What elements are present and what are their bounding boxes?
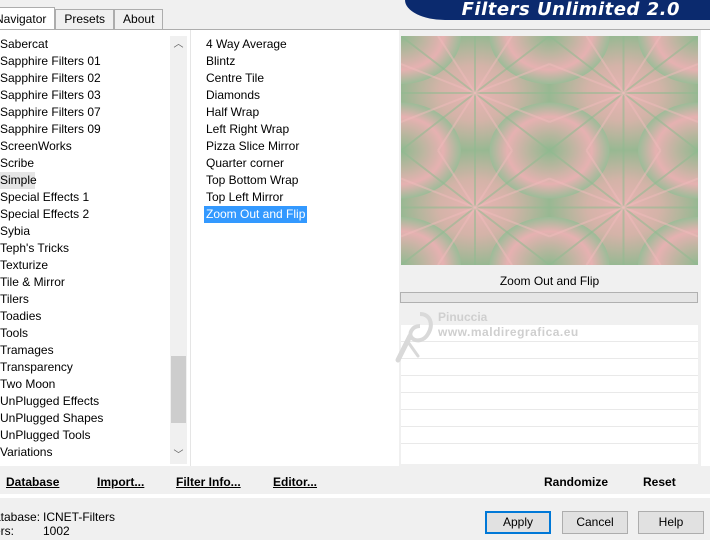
category-item[interactable]: Transparency	[0, 359, 170, 376]
category-scrollbar[interactable]: ︿ ﹀	[170, 36, 187, 464]
progress-bar	[400, 292, 698, 303]
category-item[interactable]: Special Effects 1	[0, 189, 170, 206]
tab-bar: Navigator Presets About	[0, 7, 164, 30]
filter-item[interactable]: Diamonds	[204, 87, 394, 104]
scroll-up-icon[interactable]: ︿	[170, 36, 187, 53]
filter-item[interactable]: Top Bottom Wrap	[204, 172, 394, 189]
tab-about[interactable]: About	[114, 9, 164, 29]
preview-panel: Zoom Out and Flip	[399, 30, 701, 467]
category-item[interactable]: Sapphire Filters 02	[0, 70, 170, 87]
parameter-row	[401, 342, 698, 359]
category-item[interactable]: ScreenWorks	[0, 138, 170, 155]
category-item[interactable]: Sapphire Filters 01	[0, 53, 170, 70]
filter-item[interactable]: Zoom Out and Flip	[204, 206, 394, 223]
editor-link[interactable]: Editor...	[273, 475, 317, 489]
category-item[interactable]: UnPlugged Shapes	[0, 410, 170, 427]
category-item[interactable]: UnPlugged Tools	[0, 427, 170, 444]
database-label: atabase:	[0, 510, 41, 524]
filter-item[interactable]: Pizza Slice Mirror	[204, 138, 394, 155]
parameter-row	[401, 359, 698, 376]
category-item[interactable]: Sapphire Filters 09	[0, 121, 170, 138]
help-button[interactable]: Help	[638, 511, 704, 534]
parameter-row	[401, 393, 698, 410]
parameter-row	[401, 410, 698, 427]
category-item[interactable]: Sapphire Filters 03	[0, 87, 170, 104]
scroll-thumb[interactable]	[171, 356, 186, 423]
category-item[interactable]: Sabercat	[0, 36, 170, 53]
filter-item[interactable]: Left Right Wrap	[204, 121, 394, 138]
randomize-button[interactable]: Randomize	[544, 475, 608, 489]
bottom-toolbar: Database Import... Filter Info... Editor…	[0, 466, 710, 494]
filters-count-label: ers:	[0, 524, 15, 538]
category-item[interactable]: Variations	[0, 444, 170, 461]
category-item[interactable]: Tile & Mirror	[0, 274, 170, 291]
filter-item[interactable]: Blintz	[204, 53, 394, 70]
category-item[interactable]: Toadies	[0, 308, 170, 325]
divider	[190, 30, 191, 467]
category-item[interactable]: Teph's Tricks	[0, 240, 170, 257]
preview-pattern	[401, 36, 698, 265]
preview-filter-name: Zoom Out and Flip	[499, 274, 600, 288]
filter-item[interactable]: 4 Way Average	[204, 36, 394, 53]
tab-presets[interactable]: Presets	[55, 9, 115, 29]
filter-item[interactable]: Quarter corner	[204, 155, 394, 172]
reset-button[interactable]: Reset	[643, 475, 676, 489]
filter-item[interactable]: Centre Tile	[204, 70, 394, 87]
filters-count-value: 1002	[43, 524, 70, 538]
category-item[interactable]: Scribe	[0, 155, 170, 172]
category-item[interactable]: Sapphire Filters 07	[0, 104, 170, 121]
category-item[interactable]: Texturize	[0, 257, 170, 274]
parameter-row	[401, 325, 698, 342]
category-item[interactable]: Special Effects 2	[0, 206, 170, 223]
title-banner: Filters Unlimited 2.0	[405, 0, 710, 20]
scroll-down-icon[interactable]: ﹀	[170, 447, 187, 464]
filter-info-link[interactable]: Filter Info...	[176, 475, 241, 489]
category-item[interactable]: Two Moon	[0, 376, 170, 393]
category-item[interactable]: Sybia	[0, 223, 170, 240]
filter-list[interactable]: 4 Way Average Blintz Centre Tile Diamonds Ha…	[204, 36, 394, 223]
category-list[interactable]: Sabercat Sapphire Filters 01 Sapphire Filt…	[0, 36, 170, 461]
preview-image	[401, 36, 698, 265]
parameter-row	[401, 304, 698, 325]
category-item[interactable]: Tools	[0, 325, 170, 342]
tab-navigator[interactable]: Navigator	[0, 7, 56, 29]
category-item[interactable]: Tilers	[0, 291, 170, 308]
import-link[interactable]: Import...	[97, 475, 144, 489]
database-link[interactable]: Database	[6, 475, 59, 489]
parameter-area	[401, 304, 698, 464]
navigator-panel: Sabercat Sapphire Filters 01 Sapphire Filt…	[0, 29, 710, 498]
filter-item[interactable]: Half Wrap	[204, 104, 394, 121]
category-item[interactable]: Simple	[0, 172, 37, 189]
apply-button[interactable]: Apply	[485, 511, 551, 534]
category-item[interactable]: UnPlugged Effects	[0, 393, 170, 410]
app-title: Filters Unlimited 2.0	[461, 0, 680, 20]
database-value: ICNET-Filters	[43, 510, 115, 524]
filter-item-selected[interactable]: Zoom Out and Flip	[204, 206, 308, 223]
parameter-row	[401, 427, 698, 444]
parameter-row	[401, 376, 698, 393]
filter-item[interactable]: Top Left Mirror	[204, 189, 394, 206]
category-item[interactable]: Tramages	[0, 342, 170, 359]
cancel-button[interactable]: Cancel	[562, 511, 628, 534]
